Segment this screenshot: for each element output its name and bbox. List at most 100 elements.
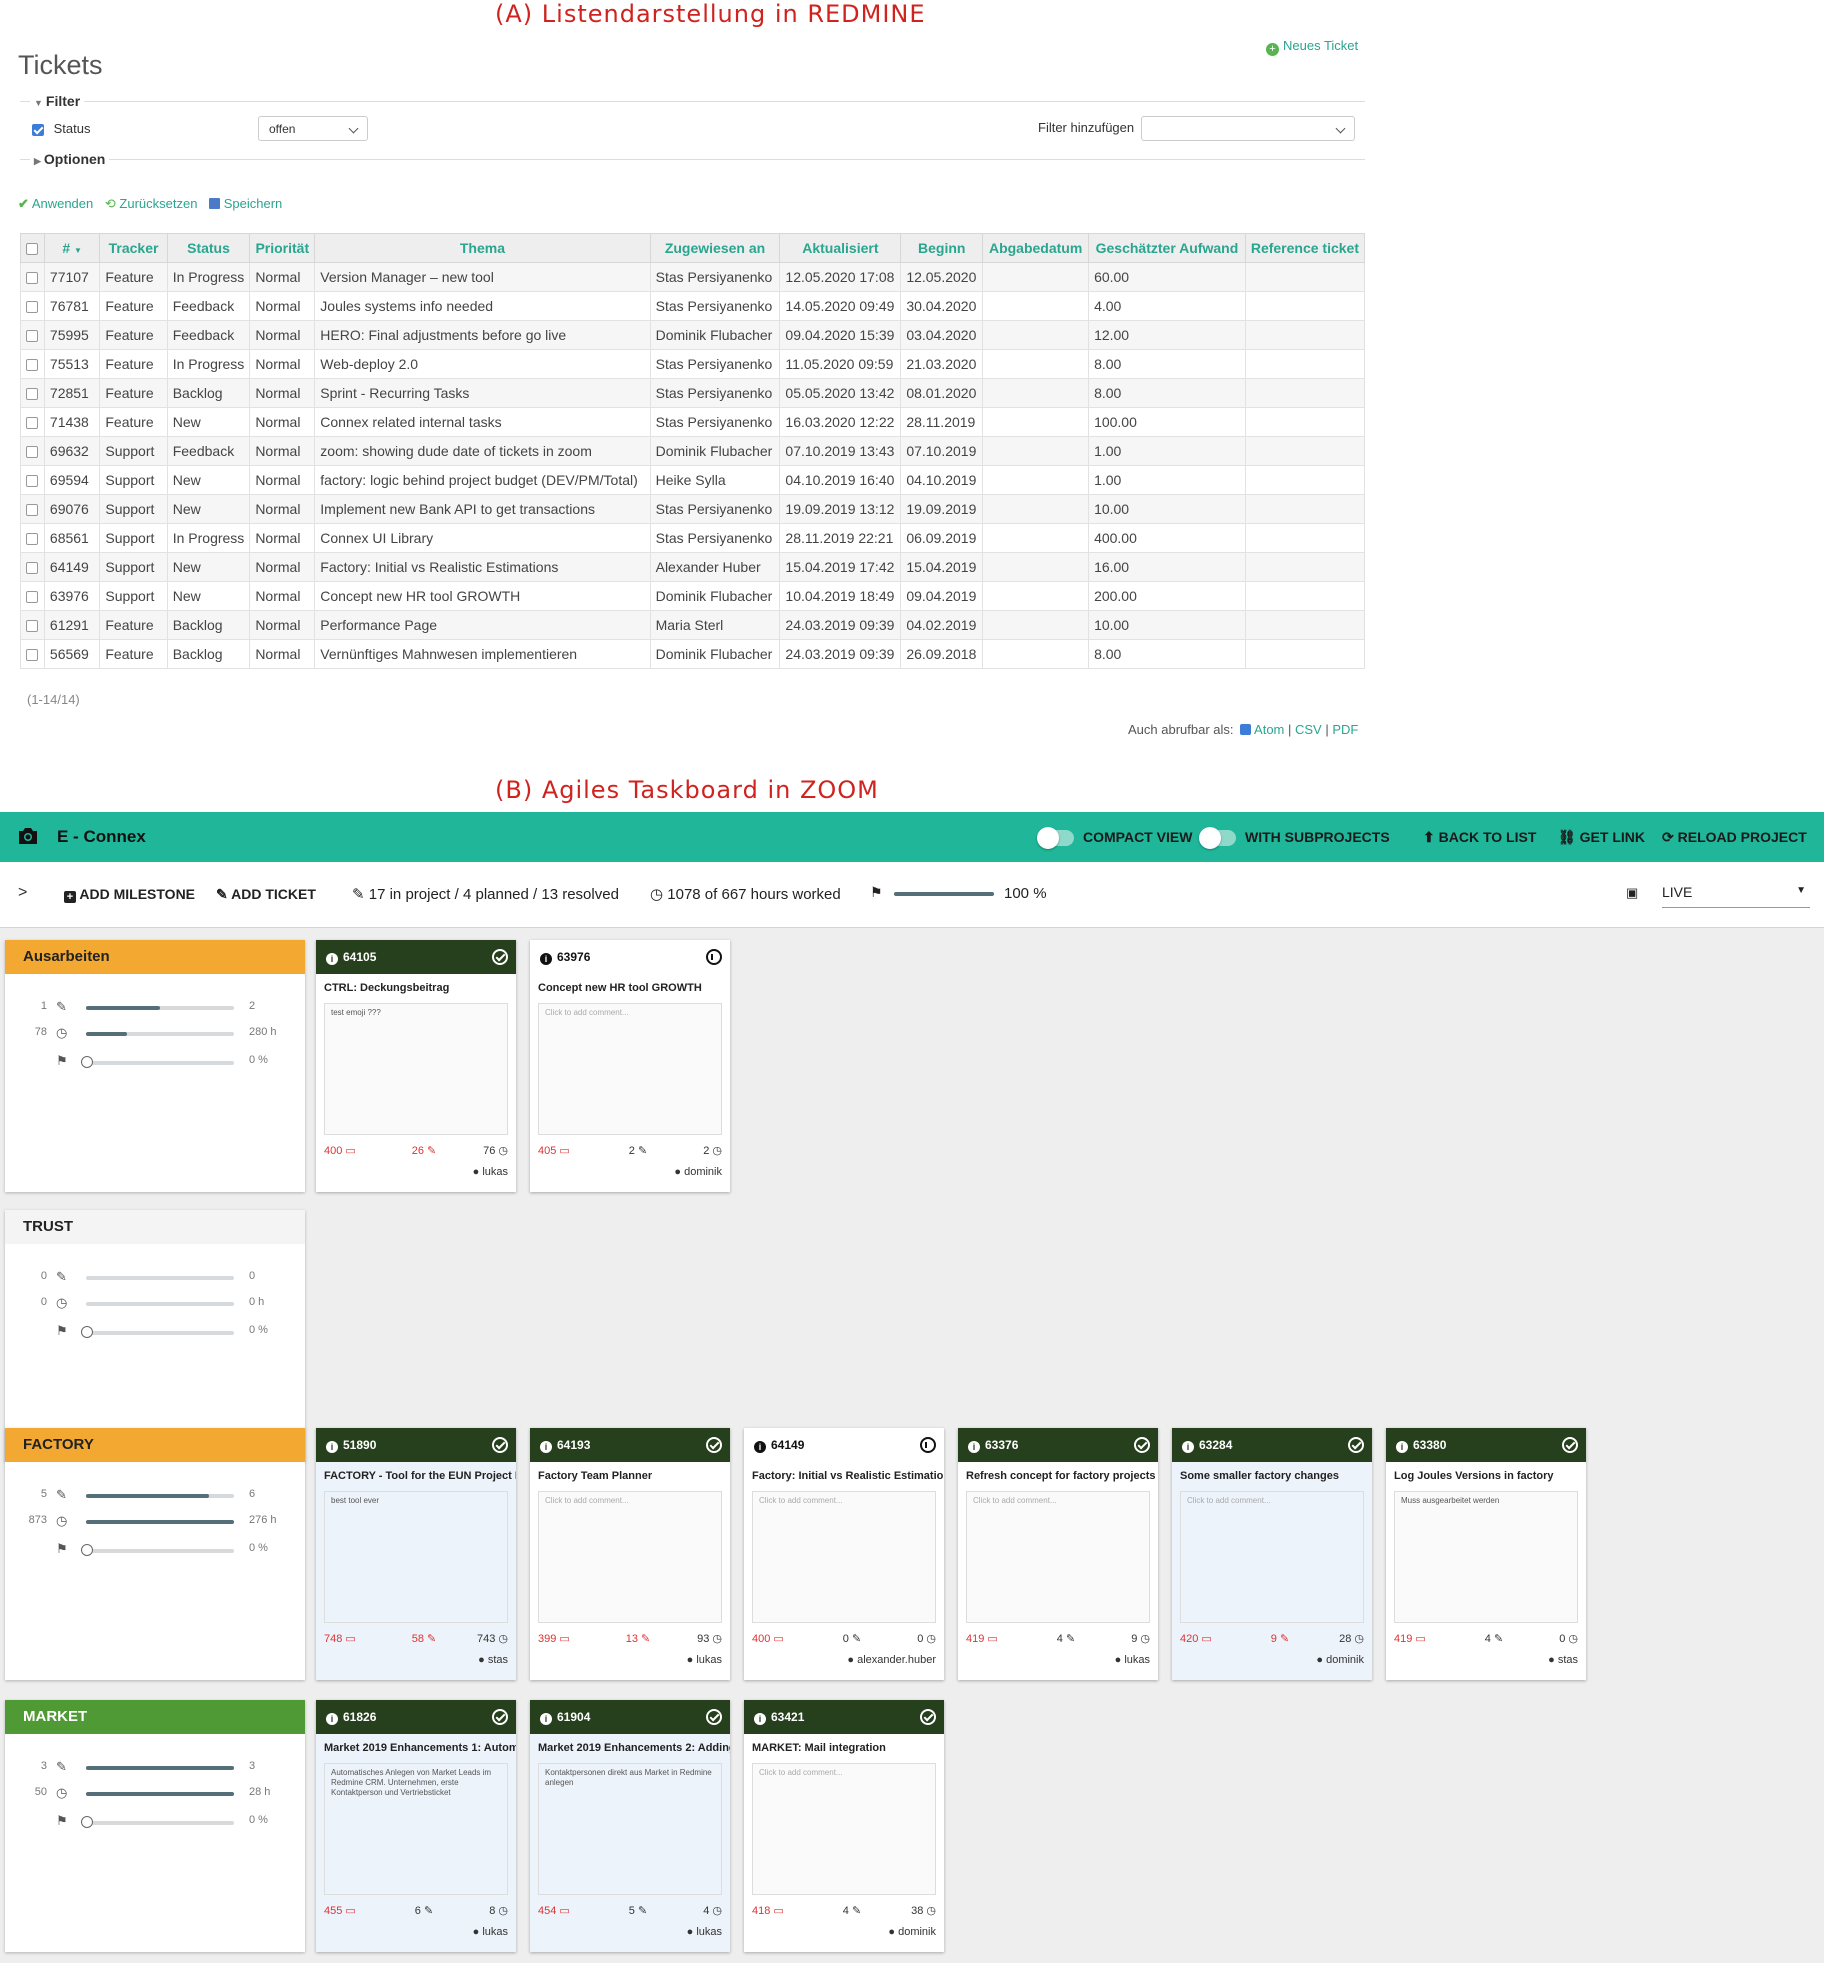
card-title[interactable]: MARKET: Mail integration — [744, 1734, 944, 1754]
check-circle-icon[interactable] — [1348, 1437, 1364, 1453]
row-checkbox[interactable] — [26, 533, 39, 546]
cell-assignee[interactable]: Alexander Huber — [649, 552, 781, 582]
col-due[interactable]: Abgabedatum — [982, 233, 1090, 263]
col-assignee[interactable]: Zugewiesen an — [649, 233, 781, 263]
pause-circle-icon[interactable] — [706, 949, 722, 965]
card-comment-placeholder[interactable]: Click to add comment... — [966, 1491, 1150, 1623]
card-id[interactable]: 51890 — [343, 1438, 376, 1452]
row-checkbox[interactable] — [26, 504, 39, 517]
card-assignee[interactable]: ● lukas — [473, 1166, 508, 1178]
card-assignee[interactable]: ● lukas — [473, 1926, 508, 1938]
ticket-card[interactable]: i 63380 Log Joules Versions in factory Muss… — [1386, 1428, 1586, 1680]
cell-subject[interactable]: Connex related internal tasks — [314, 407, 651, 437]
row-checkbox[interactable] — [26, 417, 39, 430]
card-id[interactable]: 63976 — [557, 950, 590, 964]
lane-header[interactable]: MARKET — [5, 1700, 305, 1734]
row-checkbox-cell[interactable] — [20, 552, 45, 582]
ticket-card[interactable]: i 63976 Concept new HR tool GROWTH Click to… — [530, 940, 730, 1192]
card-assignee[interactable]: ● stas — [478, 1654, 508, 1666]
table-row[interactable]: 68561 Support In Progress Normal Connex UI L… — [20, 523, 1366, 553]
table-row[interactable]: 71438 Feature New Normal Connex related inte… — [20, 407, 1366, 437]
cell-subject[interactable]: Factory: Initial vs Realistic Estimation… — [314, 552, 651, 582]
card-id[interactable]: 63376 — [985, 1438, 1018, 1452]
cell-id[interactable]: 69632 — [43, 436, 101, 466]
card-id[interactable]: 63421 — [771, 1710, 804, 1724]
table-row[interactable]: 69632 Support Feedback Normal zoom: showing … — [20, 436, 1366, 466]
cell-subject[interactable]: Connex UI Library — [314, 523, 651, 553]
cell-assignee[interactable]: Heike Sylla — [649, 465, 781, 495]
cell-subject[interactable]: Performance Page — [314, 610, 651, 640]
row-checkbox-cell[interactable] — [20, 407, 45, 437]
ticket-card[interactable]: i 64105 CTRL: Deckungsbeitrag test emoji ??… — [316, 940, 516, 1192]
check-circle-icon[interactable] — [706, 1709, 722, 1725]
cell-assignee[interactable]: Stas Persiyanenko — [649, 407, 781, 437]
row-checkbox[interactable] — [26, 446, 39, 459]
options-legend[interactable]: ▶ Optionen — [30, 151, 110, 167]
subprojects-toggle[interactable] — [1199, 826, 1236, 849]
row-checkbox-cell[interactable] — [20, 610, 45, 640]
cell-id[interactable]: 76781 — [43, 291, 101, 321]
row-checkbox[interactable] — [26, 562, 39, 575]
card-title[interactable]: Market 2019 Enhancements 2: Adding — [530, 1734, 730, 1754]
check-circle-icon[interactable] — [492, 949, 508, 965]
lane-header[interactable]: TRUST — [5, 1210, 305, 1244]
cell-id[interactable]: 61291 — [43, 610, 101, 640]
card-comment-placeholder[interactable]: Click to add comment... — [752, 1763, 936, 1895]
card-comment[interactable]: test emoji ??? — [324, 1003, 508, 1135]
cell-subject[interactable]: Sprint - Recurring Tasks — [314, 378, 651, 408]
col-reference[interactable]: Reference ticket — [1244, 233, 1366, 263]
cell-id[interactable]: 71438 — [43, 407, 101, 437]
cell-subject[interactable]: zoom: showing dude date of tickets in zo… — [314, 436, 651, 466]
progress-knob[interactable] — [81, 1544, 93, 1556]
ticket-card[interactable]: i 63376 Refresh concept for factory projec… — [958, 1428, 1158, 1680]
cell-id[interactable]: 64149 — [43, 552, 101, 582]
ticket-card[interactable]: i 63421 MARKET: Mail integration Click to a… — [744, 1700, 944, 1952]
card-assignee[interactable]: ● lukas — [687, 1654, 722, 1666]
cell-assignee[interactable]: Dominik Flubacher — [649, 436, 781, 466]
card-assignee[interactable]: ● lukas — [687, 1926, 722, 1938]
row-checkbox-cell[interactable] — [20, 291, 45, 321]
check-circle-icon[interactable] — [492, 1709, 508, 1725]
status-checkbox[interactable] — [32, 123, 44, 136]
table-row[interactable]: 69594 Support New Normal factory: logic behi… — [20, 465, 1366, 495]
row-checkbox-cell[interactable] — [20, 320, 45, 350]
cell-id[interactable]: 69076 — [43, 494, 101, 524]
row-checkbox-cell[interactable] — [20, 349, 45, 379]
row-checkbox-cell[interactable] — [20, 465, 45, 495]
card-title[interactable]: FACTORY - Tool for the EUN Project Ma — [316, 1462, 516, 1482]
camera-icon[interactable] — [16, 825, 40, 852]
check-circle-icon[interactable] — [706, 1437, 722, 1453]
cell-subject[interactable]: Implement new Bank API to get transactio… — [314, 494, 651, 524]
row-checkbox[interactable] — [26, 388, 39, 401]
export-pdf-link[interactable]: PDF — [1332, 722, 1358, 737]
card-assignee[interactable]: ● dominik — [674, 1166, 722, 1178]
card-id[interactable]: 63284 — [1199, 1438, 1232, 1452]
card-title[interactable]: Factory: Initial vs Realistic Estimation… — [744, 1462, 944, 1482]
card-title[interactable]: CTRL: Deckungsbeitrag — [316, 974, 516, 994]
col-tracker[interactable]: Tracker — [99, 233, 168, 263]
ticket-card[interactable]: i 61904 Market 2019 Enhancements 2: Adding… — [530, 1700, 730, 1952]
get-link-button[interactable]: ⛓ GET LINK — [1558, 829, 1645, 846]
add-ticket-button[interactable]: ✎ ADD TICKET — [216, 886, 316, 903]
col-start[interactable]: Beginn — [900, 233, 984, 263]
row-checkbox[interactable] — [26, 649, 39, 662]
card-assignee[interactable]: ● dominik — [888, 1926, 936, 1938]
ticket-card[interactable]: i 64149 Factory: Initial vs Realistic Esti… — [744, 1428, 944, 1680]
row-checkbox-cell[interactable] — [20, 581, 45, 611]
cell-assignee[interactable]: Dominik Flubacher — [649, 639, 781, 669]
reload-project-button[interactable]: ⟳ RELOAD PROJECT — [1662, 829, 1807, 846]
card-comment-placeholder[interactable]: Click to add comment... — [1180, 1491, 1364, 1623]
progress-knob[interactable] — [81, 1326, 93, 1338]
progress-knob[interactable] — [81, 1816, 93, 1828]
cell-assignee[interactable]: Maria Sterl — [649, 610, 781, 640]
table-row[interactable]: 72851 Feature Backlog Normal Sprint - Recurr… — [20, 378, 1366, 408]
ticket-card[interactable]: i 63284 Some smaller factory changes Click … — [1172, 1428, 1372, 1680]
cell-subject[interactable]: Joules systems info needed — [314, 291, 651, 321]
cell-assignee[interactable]: Stas Persiyanenko — [649, 349, 781, 379]
card-title[interactable]: Factory Team Planner — [530, 1462, 730, 1482]
ticket-card[interactable]: i 61826 Market 2019 Enhancements 1: Automa… — [316, 1700, 516, 1952]
cell-assignee[interactable]: Stas Persiyanenko — [649, 523, 781, 553]
row-checkbox-cell[interactable] — [20, 262, 45, 292]
table-row[interactable]: 61291 Feature Backlog Normal Performance Pag… — [20, 610, 1366, 640]
col-updated[interactable]: Aktualisiert — [779, 233, 902, 263]
